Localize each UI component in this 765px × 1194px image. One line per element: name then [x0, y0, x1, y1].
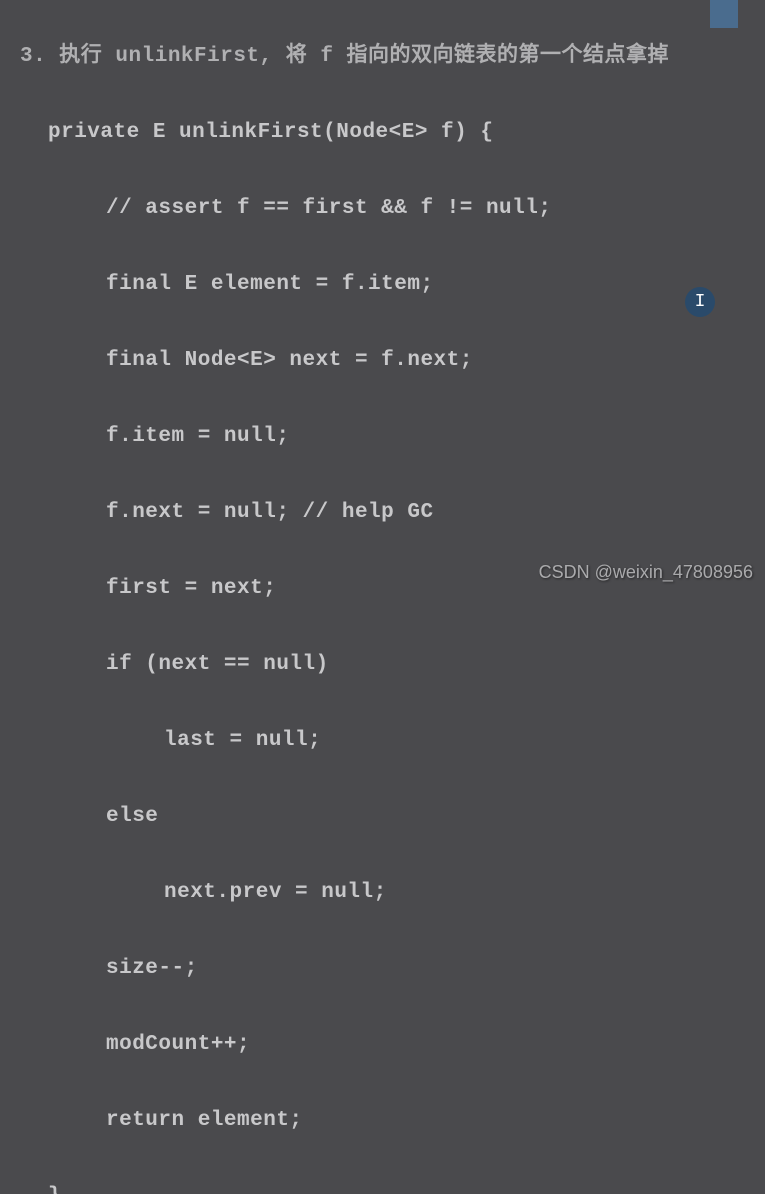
code-line-10: else — [0, 798, 765, 836]
code-block: 3. 执行 unlinkFirst, 将 f 指向的双向链表的第一个结点拿掉 p… — [0, 0, 765, 1194]
code-line-5: f.item = null; — [0, 418, 765, 456]
code-line-3: final E element = f.item; — [0, 266, 765, 304]
code-line-12: size--; — [0, 950, 765, 988]
code-line-8: if (next == null) — [0, 646, 765, 684]
code-line-2: // assert f == first && f != null; — [0, 190, 765, 228]
code-line-1: private E unlinkFirst(Node<E> f) { — [0, 114, 765, 152]
code-line-11: next.prev = null; — [0, 874, 765, 912]
text-selection-highlight — [710, 0, 738, 28]
comment-header: 3. 执行 unlinkFirst, 将 f 指向的双向链表的第一个结点拿掉 — [0, 38, 765, 76]
code-line-4: final Node<E> next = f.next; — [0, 342, 765, 380]
code-line-14: return element; — [0, 1102, 765, 1140]
csdn-watermark: CSDN @weixin_47808956 — [539, 562, 753, 583]
text-cursor-badge: I — [685, 287, 715, 317]
code-line-9: last = null; — [0, 722, 765, 760]
code-line-15: } — [0, 1178, 765, 1194]
text-cursor-icon: I — [695, 292, 706, 312]
code-line-6: f.next = null; // help GC — [0, 494, 765, 532]
code-line-13: modCount++; — [0, 1026, 765, 1064]
